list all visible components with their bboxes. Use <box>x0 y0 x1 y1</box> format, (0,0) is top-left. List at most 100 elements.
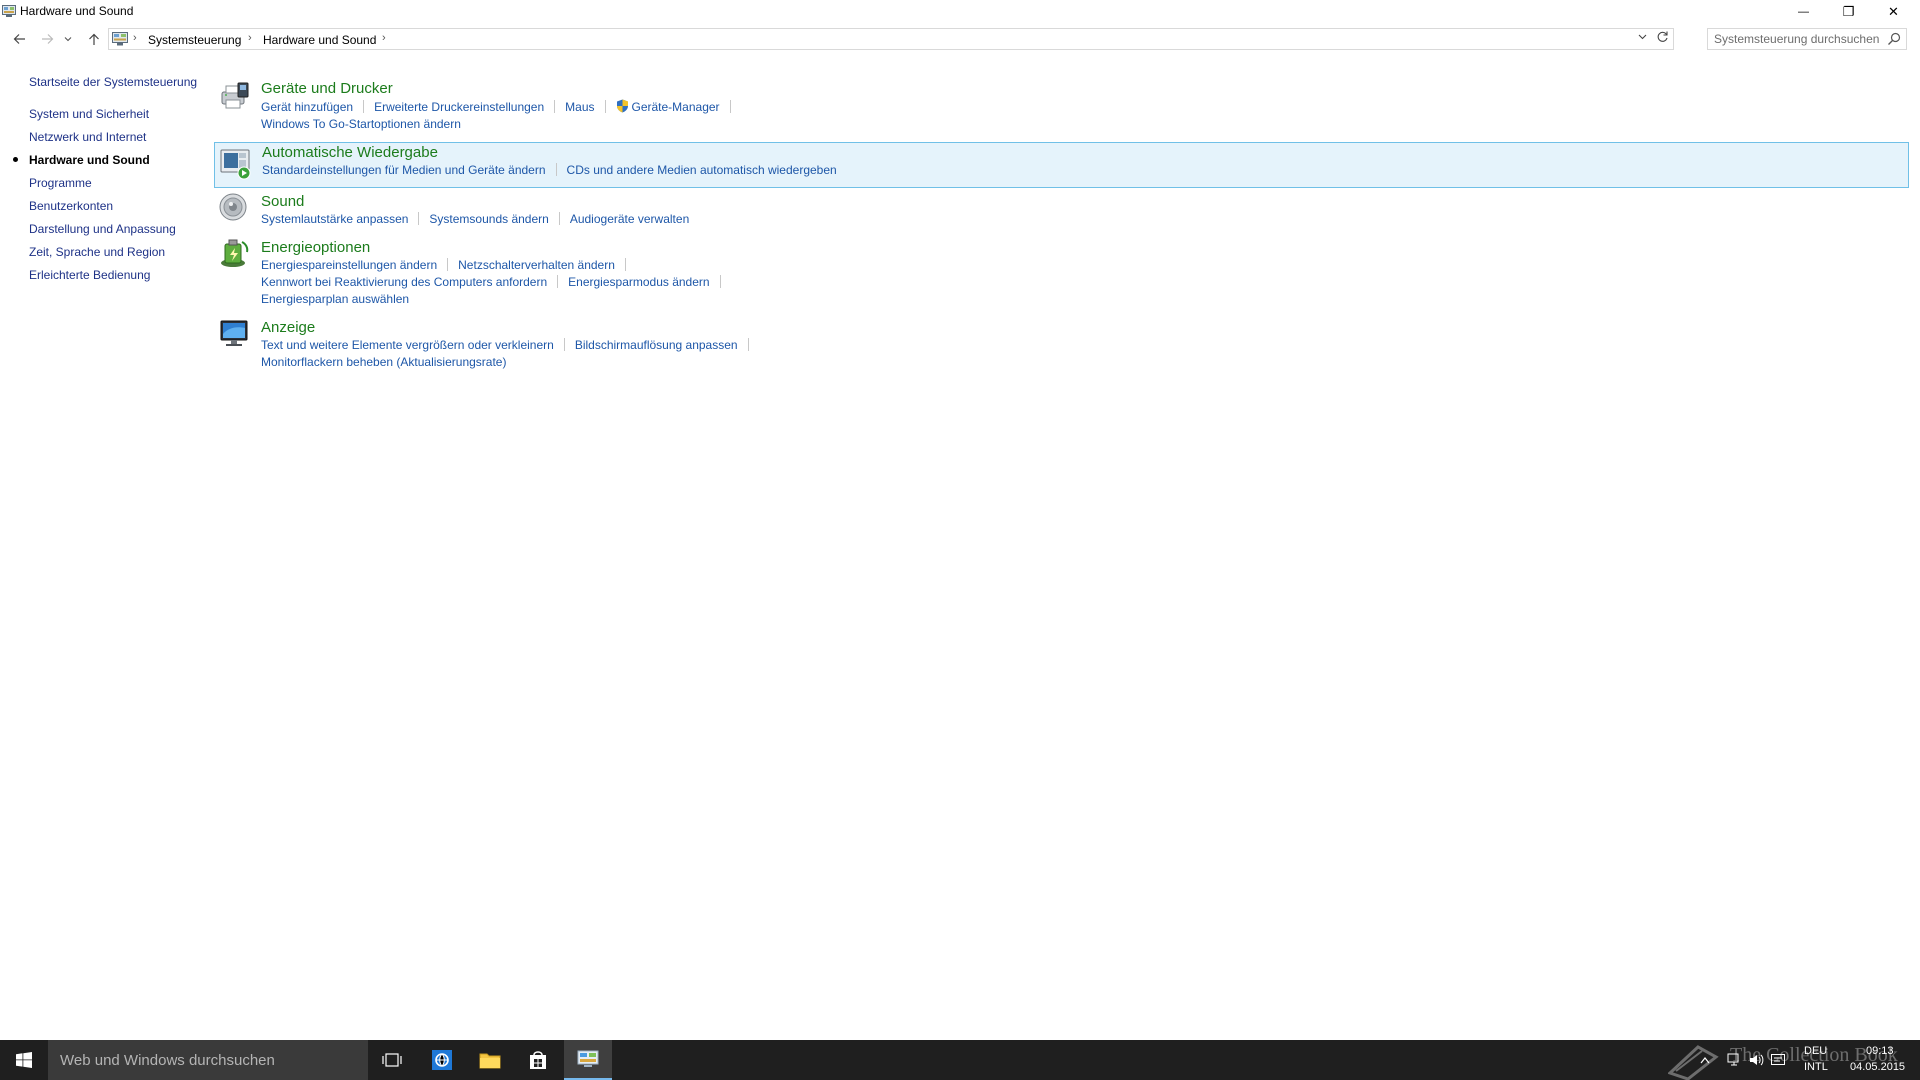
category-display: Anzeige Text und weitere Elemente vergrö… <box>214 316 1909 374</box>
task-link-resize-text[interactable]: Text und weitere Elemente vergrößern ode… <box>261 338 554 352</box>
task-view-icon <box>382 1053 402 1067</box>
category-power-options: Energieoptionen Energiespareinstellungen… <box>214 236 1909 310</box>
task-link-change-sleep-mode[interactable]: Energiesparmodus ändern <box>568 275 709 289</box>
category-title-power-options[interactable]: Energieoptionen <box>261 239 370 256</box>
autoplay-icon <box>220 149 251 180</box>
keyboard-layout-label[interactable]: INTL <box>1804 1061 1828 1073</box>
search-input[interactable] <box>1714 31 1880 47</box>
task-link-power-button-behavior[interactable]: Netzschalterverhalten ändern <box>458 258 615 272</box>
task-link-monitor-flicker[interactable]: Monitorflackern beheben (Aktualisierungs… <box>261 355 506 369</box>
category-title-devices-printers[interactable]: Geräte und Drucker <box>261 80 393 97</box>
close-button[interactable]: ✕ <box>1871 0 1916 24</box>
task-link-autoplay-cds[interactable]: CDs und andere Medien automatisch wieder… <box>567 163 837 177</box>
task-link-line: Gerät hinzufügen Erweiterte Druckereinste… <box>261 99 741 115</box>
category-autoplay[interactable]: Automatische Wiedergabe Standardeinstell… <box>214 142 1909 188</box>
internet-explorer-button[interactable] <box>418 1040 466 1080</box>
nav-benutzerkonten[interactable]: Benutzerkonten <box>29 199 113 213</box>
nav-darstellung-und-anpassung[interactable]: Darstellung und Anpassung <box>29 222 176 236</box>
category-title-autoplay[interactable]: Automatische Wiedergabe <box>262 144 438 161</box>
taskbar-search-placeholder: Web und Windows durchsuchen <box>60 1052 275 1069</box>
category-title-display[interactable]: Anzeige <box>261 319 315 336</box>
task-link-add-device[interactable]: Gerät hinzufügen <box>261 100 353 114</box>
devices-printers-icon <box>221 82 249 109</box>
task-link-media-device-defaults[interactable]: Standardeinstellungen für Medien und Ger… <box>262 163 546 177</box>
breadcrumb-separator[interactable]: › <box>248 32 252 44</box>
breadcrumb-hardware-und-sound[interactable]: Hardware und Sound <box>263 33 376 47</box>
task-link-power-saving-settings[interactable]: Energiespareinstellungen ändern <box>261 258 437 272</box>
address-dropdown-button[interactable] <box>1638 32 1647 43</box>
search-box[interactable] <box>1707 28 1907 50</box>
task-link-advanced-printer-settings[interactable]: Erweiterte Druckereinstellungen <box>374 100 544 114</box>
arrow-up-icon <box>89 33 99 45</box>
task-link-device-manager[interactable]: Geräte-Manager <box>632 100 720 114</box>
link-separator <box>604 100 606 113</box>
address-bar[interactable]: › Systemsteuerung › Hardware und Sound › <box>108 28 1674 50</box>
task-view-button[interactable] <box>368 1040 416 1080</box>
link-separator <box>747 338 749 351</box>
category-devices-printers: Geräte und Drucker Gerät hinzufügen Erwei… <box>214 78 1909 136</box>
task-link-line: Kennwort bei Reaktivierung des Computers… <box>261 275 731 291</box>
nav-zeit-sprache-region[interactable]: Zeit, Sprache und Region <box>29 245 165 259</box>
windows-logo-icon <box>16 1052 32 1068</box>
category-title-sound[interactable]: Sound <box>261 193 304 210</box>
up-button[interactable] <box>83 28 105 50</box>
minimize-button[interactable]: — <box>1781 0 1826 24</box>
system-tray: DEU INTL 09:13 04.05.2015 <box>1660 1040 1920 1080</box>
arrow-right-icon <box>41 34 53 44</box>
nav-programme[interactable]: Programme <box>29 176 92 190</box>
taskbar-search-box[interactable]: Web und Windows durchsuchen <box>48 1040 368 1080</box>
arrow-left-icon <box>13 34 25 44</box>
nav-home-link[interactable]: Startseite der Systemsteuerung <box>29 75 197 89</box>
nav-erleichterte-bedienung[interactable]: Erleichterte Bedienung <box>29 268 150 282</box>
breadcrumb-systemsteuerung[interactable]: Systemsteuerung <box>148 33 241 47</box>
uac-shield-icon <box>616 99 628 113</box>
start-button[interactable] <box>0 1040 48 1080</box>
task-link-adjust-volume[interactable]: Systemlautstärke anpassen <box>261 212 408 226</box>
link-separator <box>557 275 559 288</box>
nav-netzwerk-und-internet[interactable]: Netzwerk und Internet <box>29 130 146 144</box>
nav-system-und-sicherheit[interactable]: System und Sicherheit <box>29 107 149 121</box>
link-separator <box>729 100 731 113</box>
nav-hardware-und-sound[interactable]: Hardware und Sound <box>29 153 150 167</box>
refresh-button[interactable] <box>1656 30 1669 46</box>
control-panel-taskbar-button[interactable] <box>564 1040 612 1080</box>
task-link-screen-resolution[interactable]: Bildschirmauflösung anpassen <box>575 338 738 352</box>
task-link-mouse[interactable]: Maus <box>565 100 594 114</box>
show-hidden-icons-icon[interactable] <box>1700 1053 1710 1069</box>
clock-time[interactable]: 09:13 <box>1866 1045 1894 1057</box>
action-center-icon[interactable] <box>1770 1052 1786 1068</box>
clock-date[interactable]: 04.05.2015 <box>1850 1061 1905 1073</box>
input-language-label[interactable]: DEU <box>1804 1045 1827 1057</box>
file-explorer-button[interactable] <box>466 1040 514 1080</box>
breadcrumb-separator[interactable]: › <box>382 32 386 44</box>
volume-icon[interactable] <box>1748 1052 1764 1068</box>
store-button[interactable] <box>514 1040 562 1080</box>
link-separator <box>447 258 449 271</box>
network-icon[interactable] <box>1726 1052 1742 1068</box>
breadcrumb-separator: › <box>133 32 137 44</box>
forward-button[interactable] <box>36 28 58 50</box>
control-panel-icon <box>112 32 128 46</box>
search-icon[interactable] <box>1887 32 1901 46</box>
recent-locations-button[interactable] <box>61 28 75 50</box>
minimize-icon: — <box>1798 6 1809 18</box>
active-nav-bullet <box>13 157 18 162</box>
address-row: › Systemsteuerung › Hardware und Sound › <box>0 26 1920 54</box>
back-button[interactable] <box>8 28 30 50</box>
internet-explorer-icon <box>432 1050 452 1070</box>
store-icon <box>530 1051 546 1069</box>
link-separator <box>363 100 365 113</box>
task-link-line: Windows To Go-Startoptionen ändern <box>261 117 461 133</box>
task-link-require-password-wakeup[interactable]: Kennwort bei Reaktivierung des Computers… <box>261 275 547 289</box>
task-link-manage-audio-devices[interactable]: Audiogeräte verwalten <box>570 212 689 226</box>
task-link-line: Energiesparplan auswählen <box>261 292 409 308</box>
task-link-choose-power-plan[interactable]: Energiesparplan auswählen <box>261 292 409 306</box>
task-link-line: Text und weitere Elemente vergrößern ode… <box>261 338 759 354</box>
refresh-icon <box>1657 31 1668 42</box>
maximize-button[interactable]: ❐ <box>1826 0 1871 24</box>
task-link-system-sounds[interactable]: Systemsounds ändern <box>429 212 548 226</box>
task-link-windows-to-go[interactable]: Windows To Go-Startoptionen ändern <box>261 117 461 131</box>
taskbar: Web und Windows durchsuchen DEU INTL 09:… <box>0 1040 1920 1080</box>
title-bar: Hardware und Sound — ❐ ✕ <box>0 0 1920 24</box>
chevron-down-icon <box>1638 34 1647 40</box>
